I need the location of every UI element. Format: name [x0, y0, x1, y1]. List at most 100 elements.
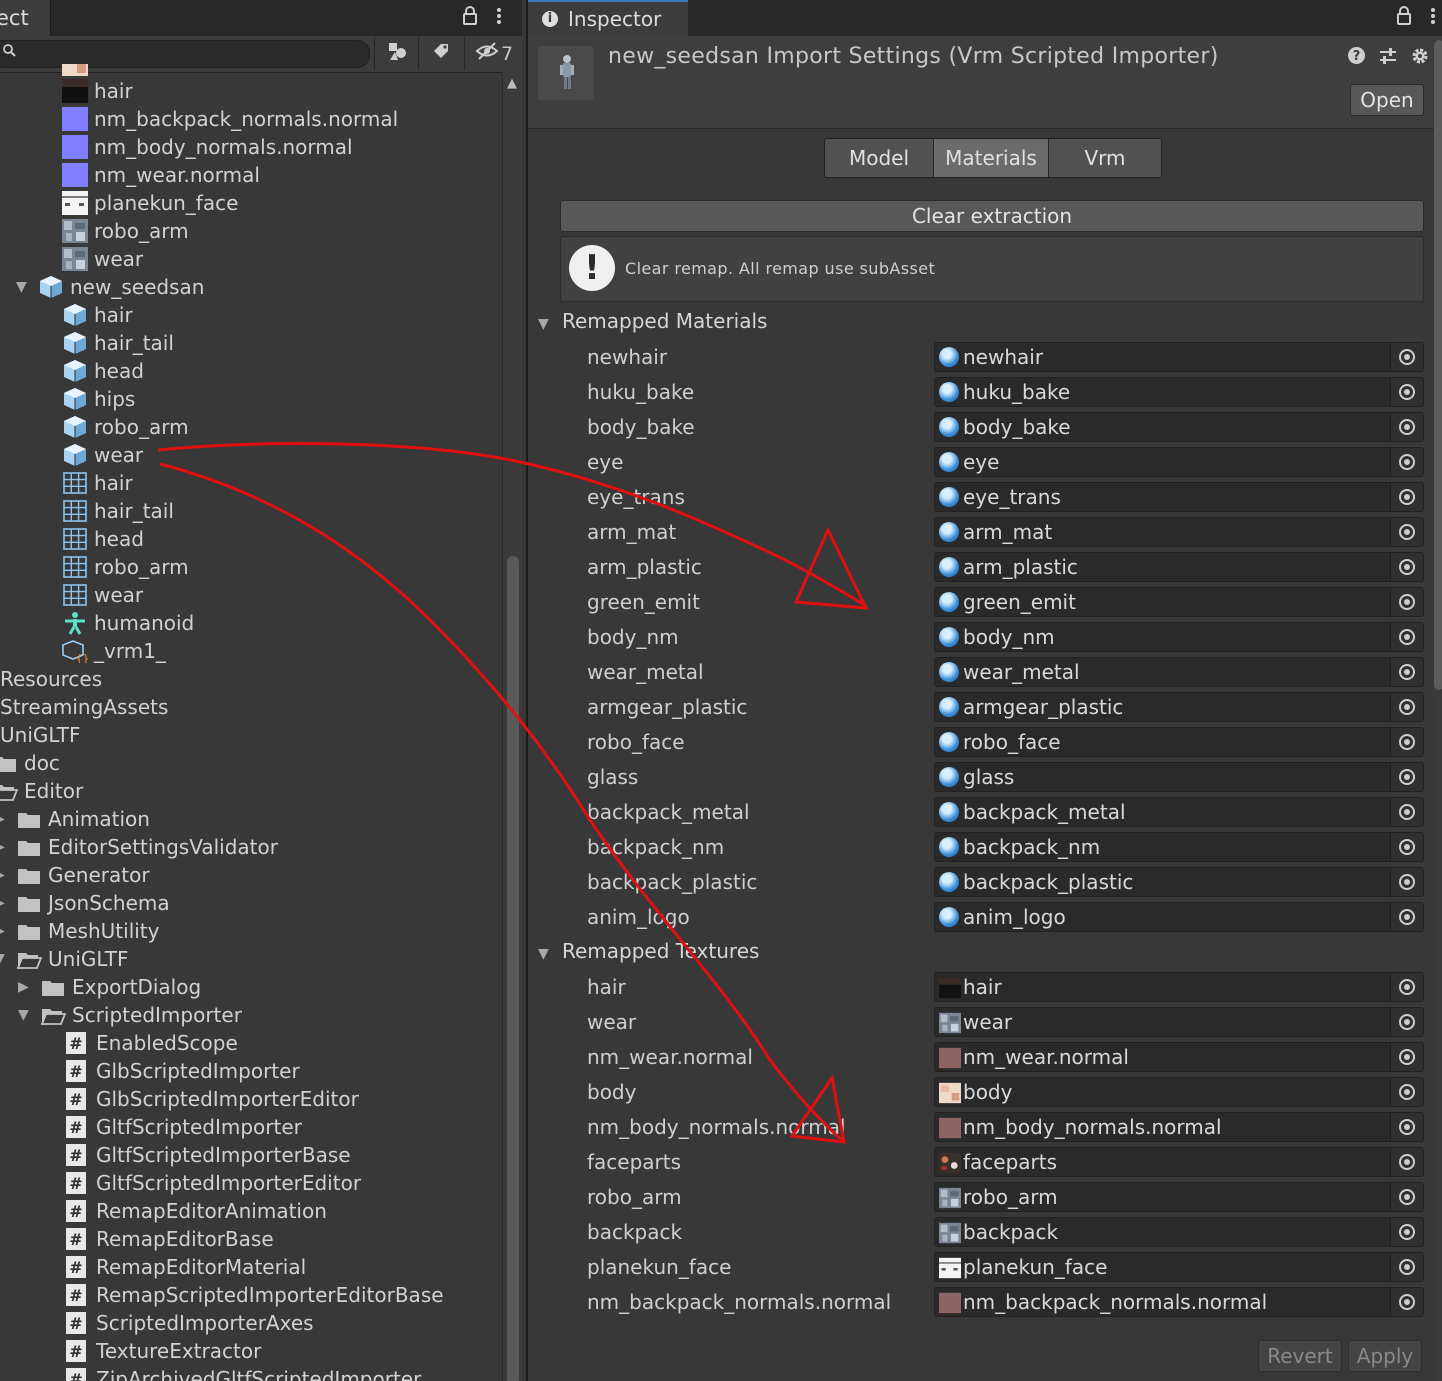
- presets-icon[interactable]: [1378, 46, 1398, 71]
- material-object-field[interactable]: eye_trans: [934, 482, 1424, 512]
- material-object-field[interactable]: backpack_nm: [934, 832, 1424, 862]
- tree-item[interactable]: ▼ new_seedsan: [16, 273, 204, 301]
- texture-object-field[interactable]: hair: [934, 972, 1424, 1002]
- foldout-collapsed-icon[interactable]: ▶: [0, 833, 10, 861]
- material-object-field[interactable]: wear_metal: [934, 657, 1424, 687]
- tree-item[interactable]: # ScriptedImporterAxes: [64, 1309, 314, 1337]
- tree-item[interactable]: ▼ UniGLTF: [0, 945, 128, 973]
- tree-item[interactable]: nm_backpack_normals.normal: [62, 105, 398, 133]
- tree-item[interactable]: Editor: [0, 777, 83, 805]
- texture-object-field[interactable]: backpack: [934, 1217, 1424, 1247]
- object-picker-icon[interactable]: [1390, 1113, 1423, 1141]
- material-object-field[interactable]: huku_bake: [934, 377, 1424, 407]
- tree-item[interactable]: # RemapScriptedImporterEditorBase: [64, 1281, 444, 1309]
- tab-model[interactable]: Model: [825, 139, 934, 177]
- texture-object-field[interactable]: planekun_face: [934, 1252, 1424, 1282]
- object-picker-icon[interactable]: [1390, 553, 1423, 581]
- tab-project[interactable]: ect: [0, 0, 51, 36]
- material-object-field[interactable]: body_nm: [934, 622, 1424, 652]
- texture-object-field[interactable]: faceparts: [934, 1147, 1424, 1177]
- object-picker-icon[interactable]: [1390, 833, 1423, 861]
- tree-item[interactable]: StreamingAssets: [0, 693, 168, 721]
- tree-item[interactable]: # GlbScriptedImporter: [64, 1057, 300, 1085]
- object-picker-icon[interactable]: [1390, 1043, 1423, 1071]
- tree-item[interactable]: # GltfScriptedImporterEditor: [64, 1169, 361, 1197]
- tree-item[interactable]: hair: [62, 77, 133, 105]
- scroll-up-arrow-icon[interactable]: ▲: [507, 76, 517, 91]
- kebab-menu-icon[interactable]: [1430, 6, 1436, 31]
- tree-item[interactable]: hair: [62, 301, 133, 329]
- tree-item[interactable]: robo_arm: [62, 553, 189, 581]
- tree-item[interactable]: robo_arm: [62, 217, 189, 245]
- object-picker-icon[interactable]: [1390, 693, 1423, 721]
- tree-item[interactable]: # GltfScriptedImporterBase: [64, 1141, 351, 1169]
- foldout-collapsed-icon[interactable]: ▶: [0, 917, 10, 945]
- texture-object-field[interactable]: nm_body_normals.normal: [934, 1112, 1424, 1142]
- tree-item[interactable]: UniGLTF: [0, 721, 80, 749]
- tree-item[interactable]: # TextureExtractor: [64, 1337, 261, 1365]
- texture-object-field[interactable]: nm_backpack_normals.normal: [934, 1287, 1424, 1317]
- tree-item[interactable]: # RemapEditorBase: [64, 1225, 274, 1253]
- lock-icon[interactable]: [462, 5, 478, 31]
- tree-item[interactable]: Resources: [0, 665, 102, 693]
- material-object-field[interactable]: anim_logo: [934, 902, 1424, 932]
- tree-item[interactable]: planekun_face: [62, 189, 238, 217]
- tab-materials[interactable]: Materials: [934, 139, 1049, 177]
- object-picker-icon[interactable]: [1390, 483, 1423, 511]
- foldout-collapsed-icon[interactable]: ▶: [0, 889, 10, 917]
- object-picker-icon[interactable]: [1390, 1288, 1423, 1316]
- material-object-field[interactable]: arm_plastic: [934, 552, 1424, 582]
- foldout-collapsed-icon[interactable]: ▶: [0, 861, 10, 889]
- foldout-expanded-icon[interactable]: ▼: [18, 1001, 34, 1029]
- tree-item[interactable]: # ZipArchivedGltfScriptedImporter: [64, 1365, 421, 1381]
- material-object-field[interactable]: backpack_plastic: [934, 867, 1424, 897]
- tree-item[interactable]: hair: [62, 469, 133, 497]
- tree-item[interactable]: robo_arm: [62, 413, 189, 441]
- tree-item[interactable]: head: [62, 525, 144, 553]
- remapped-textures-foldout[interactable]: ▼ Remapped Textures: [538, 936, 759, 966]
- lock-icon[interactable]: [1396, 5, 1412, 31]
- object-picker-icon[interactable]: [1390, 1218, 1423, 1246]
- foldout-expanded-icon[interactable]: ▼: [0, 945, 10, 973]
- object-picker-icon[interactable]: [1390, 1183, 1423, 1211]
- material-object-field[interactable]: green_emit: [934, 587, 1424, 617]
- object-picker-icon[interactable]: [1390, 588, 1423, 616]
- material-object-field[interactable]: body_bake: [934, 412, 1424, 442]
- material-object-field[interactable]: glass: [934, 762, 1424, 792]
- revert-button[interactable]: Revert: [1258, 1340, 1342, 1372]
- tree-item[interactable]: doc: [0, 749, 60, 777]
- tree-item[interactable]: hair_tail: [62, 497, 174, 525]
- open-button[interactable]: Open: [1350, 84, 1424, 116]
- material-object-field[interactable]: newhair: [934, 342, 1424, 372]
- foldout-collapsed-icon[interactable]: ▶: [18, 973, 34, 1001]
- material-object-field[interactable]: arm_mat: [934, 517, 1424, 547]
- tree-item[interactable]: ▶ Generator: [0, 861, 150, 889]
- object-picker-icon[interactable]: [1390, 973, 1423, 1001]
- tree-item[interactable]: ▶ ExportDialog: [18, 973, 201, 1001]
- tree-item[interactable]: # RemapEditorAnimation: [64, 1197, 327, 1225]
- object-picker-icon[interactable]: [1390, 1078, 1423, 1106]
- texture-object-field[interactable]: wear: [934, 1007, 1424, 1037]
- object-picker-icon[interactable]: [1390, 623, 1423, 651]
- project-scrollbar[interactable]: ▲: [502, 72, 522, 1381]
- object-picker-icon[interactable]: [1390, 518, 1423, 546]
- object-picker-icon[interactable]: [1390, 903, 1423, 931]
- clear-extraction-button[interactable]: Clear extraction: [560, 200, 1424, 232]
- tree-item[interactable]: ▶ EditorSettingsValidator: [0, 833, 278, 861]
- tree-item[interactable]: # EnabledScope: [64, 1029, 238, 1057]
- tab-inspector[interactable]: i Inspector: [528, 0, 688, 36]
- foldout-expanded-icon[interactable]: ▼: [16, 273, 32, 301]
- tree-item[interactable]: wear: [62, 441, 143, 469]
- tree-item[interactable]: ▶ MeshUtility: [0, 917, 159, 945]
- object-picker-icon[interactable]: [1390, 343, 1423, 371]
- tree-item[interactable]: humanoid: [62, 609, 194, 637]
- tree-item[interactable]: wear: [62, 581, 143, 609]
- object-picker-icon[interactable]: [1390, 1008, 1423, 1036]
- tree-item[interactable]: {} _vrm1_: [62, 637, 166, 665]
- tree-item[interactable]: # GltfScriptedImporter: [64, 1113, 302, 1141]
- object-picker-icon[interactable]: [1390, 728, 1423, 756]
- object-picker-icon[interactable]: [1390, 1148, 1423, 1176]
- tree-item[interactable]: nm_body_normals.normal: [62, 133, 353, 161]
- texture-object-field[interactable]: robo_arm: [934, 1182, 1424, 1212]
- material-object-field[interactable]: robo_face: [934, 727, 1424, 757]
